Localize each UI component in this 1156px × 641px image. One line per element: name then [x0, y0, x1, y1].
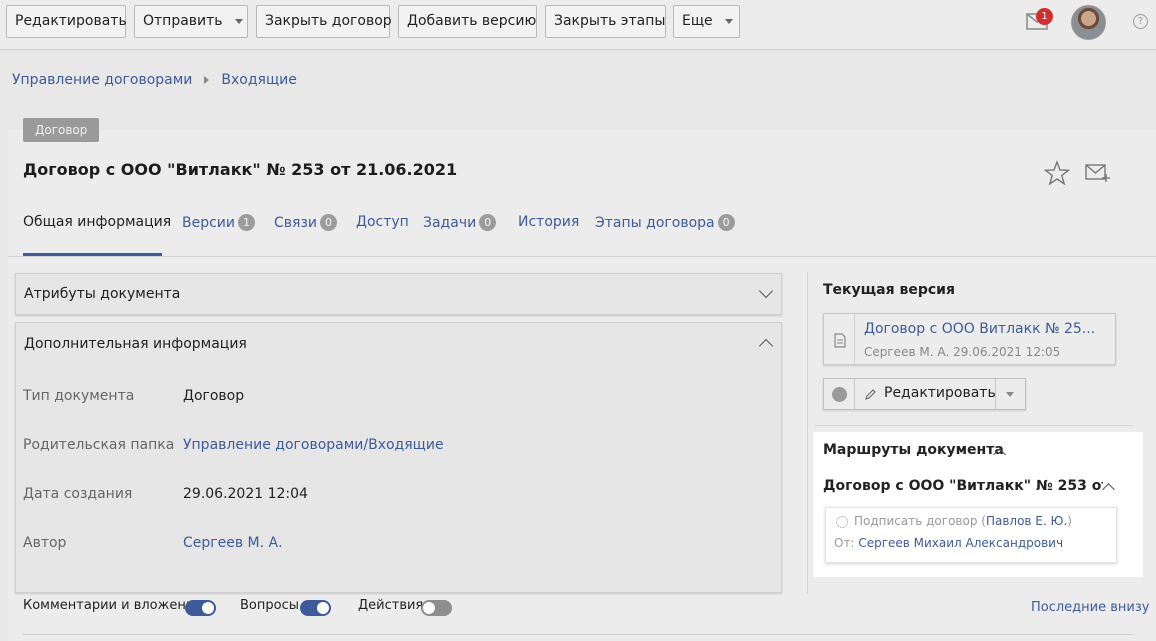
chevron-down-icon	[724, 18, 733, 24]
tab-label: Версии	[182, 215, 235, 231]
field-label-created: Дата создания	[23, 486, 133, 502]
column-divider	[807, 272, 808, 594]
tab-general[interactable]: Общая информация	[23, 214, 171, 256]
tab-label: Задачи	[423, 215, 477, 231]
chevron-up-icon[interactable]	[758, 338, 774, 354]
tab-contract-stages[interactable]: Этапы договора 0	[595, 214, 735, 256]
route-task-assignee[interactable]: Павлов Е. Ю.	[986, 514, 1067, 528]
breadcrumb: Управление договорами Входящие	[12, 72, 297, 88]
pending-icon	[836, 516, 848, 528]
tabs-divider	[8, 256, 1156, 257]
questions-toggle[interactable]	[300, 600, 331, 616]
tab-count-badge: 0	[320, 214, 337, 231]
send-button-label: Отправить	[143, 13, 223, 29]
actions-toggle-label: Действия	[358, 598, 424, 613]
field-label-parent-folder: Родительская папка	[23, 437, 175, 453]
separator	[995, 379, 996, 409]
field-value-created: 29.06.2021 12:04	[183, 486, 308, 502]
status-circle-icon[interactable]	[832, 387, 847, 402]
tab-count-badge: 1	[238, 214, 255, 231]
tab-label: Этапы договора	[595, 215, 715, 231]
routes-title[interactable]: Маршруты документа	[823, 442, 1004, 458]
document-type-chip: Договор	[23, 118, 100, 142]
attributes-panel-title: Атрибуты документа	[24, 286, 181, 302]
avatar[interactable]	[1071, 5, 1106, 40]
comments-toggle[interactable]	[185, 600, 216, 616]
pencil-icon	[865, 389, 876, 400]
route-from-name[interactable]: Сергеев Михаил Александрович	[858, 536, 1063, 550]
document-routes-panel: Маршруты документа Договор с ООО "Витлак…	[813, 432, 1143, 577]
comments-toggle-label: Комментарии и вложения	[23, 598, 203, 613]
field-label-author: Автор	[23, 535, 67, 551]
tab-versions[interactable]: Версии 1	[182, 214, 255, 256]
tab-access[interactable]: Доступ	[356, 214, 409, 256]
edit-button-label: Редактировать	[15, 13, 127, 29]
tab-links[interactable]: Связи 0	[274, 214, 337, 256]
notification-badge: 1	[1036, 8, 1053, 25]
tab-label: Связи	[274, 215, 317, 231]
current-version-link[interactable]: Договор с ООО Витлакк № 25...	[864, 321, 1095, 337]
chevron-up-icon[interactable]	[1102, 483, 1115, 496]
more-button-label: Еще	[682, 13, 713, 29]
mail-subscribe-icon[interactable]	[1085, 162, 1111, 184]
route-from-label: От:	[834, 536, 855, 550]
tab-count-badge: 0	[717, 214, 735, 231]
add-version-label: Добавить версию	[407, 13, 537, 29]
close-contract-label: Закрыть договор	[265, 13, 392, 29]
route-task-card[interactable]: Подписать договор (Павлов Е. Ю.) От: Сер…	[825, 507, 1117, 563]
actions-toggle[interactable]	[421, 600, 452, 616]
chevron-down-icon	[234, 18, 243, 24]
tab-label: Доступ	[356, 214, 409, 230]
route-task: Подписать договор (Павлов Е. Ю.)	[854, 514, 1072, 528]
version-edit-button[interactable]: Редактировать	[884, 385, 996, 401]
close-stages-label: Закрыть этапы	[554, 13, 666, 29]
side-divider	[815, 425, 1133, 426]
current-version-card[interactable]: Договор с ООО Витлакк № 25... Сергеев М.…	[823, 313, 1116, 365]
tab-label: История	[518, 214, 580, 230]
additional-info-panel-title[interactable]: Дополнительная информация	[24, 336, 247, 352]
tab-tasks[interactable]: Задачи 0	[423, 214, 497, 256]
field-value-doc-type: Договор	[183, 388, 245, 404]
file-icon-wrap	[824, 314, 855, 364]
breadcrumb-root[interactable]: Управление договорами	[12, 72, 192, 88]
route-task-label: Подписать договор	[854, 514, 978, 528]
chevron-down-icon	[758, 283, 774, 299]
additional-info-panel: Дополнительная информация	[15, 322, 782, 593]
version-edit-group: Редактировать	[823, 378, 1026, 410]
attributes-panel-header[interactable]: Атрибуты документа	[15, 273, 782, 315]
field-value-parent-folder[interactable]: Управление договорами/Входящие	[183, 437, 444, 453]
tab-history[interactable]: История	[518, 214, 579, 256]
help-icon[interactable]: ?	[1133, 14, 1148, 29]
field-label-doc-type: Тип документа	[23, 388, 135, 404]
chevron-down-icon[interactable]	[1006, 392, 1014, 397]
current-version-meta: Сергеев М. А. 29.06.2021 12:05	[864, 345, 1061, 359]
page-title: Договор с ООО "Витлакк" № 253 от 21.06.2…	[23, 160, 458, 179]
route-from: От: Сергеев Михаил Александрович	[834, 536, 1063, 550]
close-stages-button[interactable]: Закрыть этапы	[545, 5, 666, 38]
tab-label: Общая информация	[23, 214, 172, 230]
edit-button[interactable]: Редактировать	[6, 5, 127, 38]
send-button[interactable]: Отправить	[134, 5, 248, 38]
questions-toggle-label: Вопросы	[240, 598, 299, 613]
file-icon	[834, 333, 846, 348]
tab-count-badge: 0	[479, 214, 497, 231]
top-toolbar: Редактировать Отправить Закрыть договор …	[0, 0, 1156, 50]
chevron-right-icon	[204, 76, 210, 84]
separator	[854, 379, 855, 409]
sort-order-link[interactable]: Последние внизу	[1031, 600, 1149, 615]
bottom-divider	[23, 634, 1133, 635]
current-version-title: Текущая версия	[823, 282, 955, 298]
star-icon[interactable]	[1044, 160, 1070, 186]
breadcrumb-current[interactable]: Входящие	[221, 72, 296, 88]
close-contract-button[interactable]: Закрыть договор	[256, 5, 392, 38]
more-button[interactable]: Еще	[673, 5, 740, 38]
add-version-button[interactable]: Добавить версию	[398, 5, 537, 38]
route-document-title[interactable]: Договор с ООО "Витлакк" № 253 от 21.	[823, 478, 1103, 494]
field-value-author[interactable]: Сергеев М. А.	[183, 535, 283, 551]
